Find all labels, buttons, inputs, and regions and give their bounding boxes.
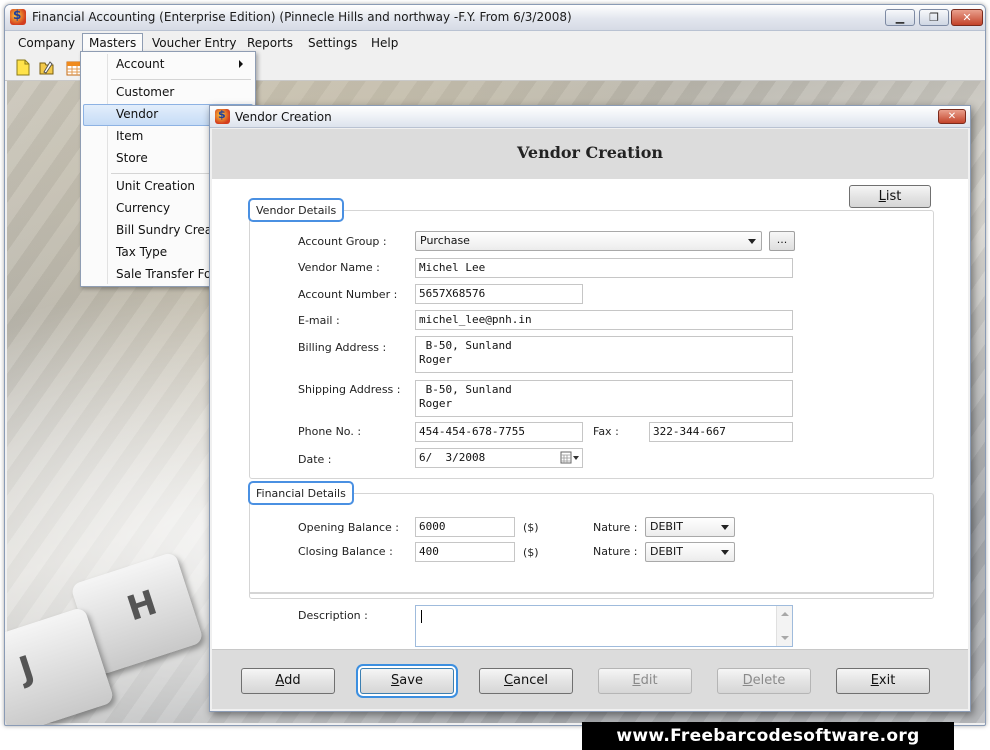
- app-logo-icon: [215, 108, 230, 124]
- delete-button-accel: D: [742, 673, 753, 688]
- dialog-body: List Vendor Details Account Group : Purc…: [212, 179, 968, 649]
- dialog-title: Vendor Creation: [235, 110, 332, 124]
- edit-button-accel: E: [632, 673, 641, 688]
- email-label: E-mail :: [298, 314, 340, 327]
- submenu-arrow-icon: [239, 60, 243, 68]
- text-cursor: [421, 610, 422, 623]
- description-label: Description :: [298, 609, 368, 622]
- restore-button[interactable]: ❐: [919, 9, 949, 26]
- save-button-label: ave: [399, 673, 423, 688]
- exit-button-accel: E: [870, 673, 879, 688]
- calendar-icon[interactable]: [560, 449, 580, 467]
- closing-balance-label: Closing Balance :: [298, 545, 393, 558]
- phone-field[interactable]: 454-454-678-7755: [415, 422, 583, 442]
- new-file-icon[interactable]: [14, 59, 32, 76]
- add-button[interactable]: Add: [241, 668, 335, 694]
- description-textarea[interactable]: [415, 605, 793, 647]
- account-group-select[interactable]: Purchase: [415, 231, 762, 251]
- cancel-button-label: ancel: [513, 673, 549, 688]
- opening-nature-select[interactable]: DEBIT: [645, 517, 735, 537]
- chevron-down-icon: [748, 239, 756, 244]
- dialog-heading: Vendor Creation: [516, 143, 664, 162]
- billing-address-label: Billing Address :: [298, 341, 387, 354]
- description-scrollbar[interactable]: [776, 606, 792, 646]
- menu-item-customer[interactable]: Customer: [83, 82, 253, 104]
- menu-separator: [111, 79, 251, 80]
- opening-nature-label: Nature :: [593, 521, 638, 534]
- app-logo-icon: [10, 8, 26, 25]
- open-file-icon[interactable]: [38, 59, 56, 76]
- close-button[interactable]: ✕: [951, 9, 983, 26]
- chevron-down-icon: [721, 525, 729, 530]
- vendor-name-field[interactable]: Michel Lee: [415, 258, 793, 278]
- date-value: 6/ 3/2008: [419, 451, 486, 464]
- exit-button-label: xit: [878, 673, 896, 688]
- vendor-details-title: Vendor Details: [248, 198, 345, 222]
- closing-nature-select[interactable]: DEBIT: [645, 542, 735, 562]
- account-group-value: Purchase: [420, 234, 470, 247]
- delete-button[interactable]: Delete: [717, 668, 811, 694]
- shipping-address-label: Shipping Address :: [298, 383, 401, 396]
- opening-balance-label: Opening Balance :: [298, 521, 399, 534]
- opening-balance-field[interactable]: 6000: [415, 517, 515, 537]
- dialog-title-bar: Vendor Creation ✕: [210, 106, 970, 128]
- edit-button[interactable]: Edit: [598, 668, 692, 694]
- chevron-down-icon: [721, 550, 729, 555]
- shipping-address-field[interactable]: B-50, Sunland Roger: [415, 380, 793, 417]
- add-button-accel: A: [275, 673, 285, 688]
- phone-label: Phone No. :: [298, 425, 362, 438]
- closing-nature-value: DEBIT: [650, 545, 683, 558]
- email-field[interactable]: michel_lee@pnh.in: [415, 310, 793, 330]
- save-button[interactable]: Save: [360, 668, 454, 694]
- menu-help[interactable]: Help: [365, 35, 404, 53]
- title-bar: Financial Accounting (Enterprise Edition…: [5, 5, 985, 31]
- dialog-header: Vendor Creation: [212, 129, 968, 179]
- account-group-label: Account Group :: [298, 235, 387, 248]
- menu-item-label: Account: [116, 57, 165, 71]
- closing-nature-label: Nature :: [593, 545, 638, 558]
- date-picker[interactable]: 6/ 3/2008: [415, 448, 583, 468]
- account-number-field[interactable]: 5657X68576: [415, 284, 583, 304]
- dialog-close-button[interactable]: ✕: [938, 109, 966, 124]
- account-group-browse-button[interactable]: ...: [769, 231, 795, 251]
- fax-label: Fax :: [593, 425, 619, 438]
- menu-item-account[interactable]: Account: [83, 54, 253, 76]
- website-watermark: www.Freebarcodesoftware.org: [582, 722, 954, 750]
- cancel-button-accel: C: [503, 673, 514, 688]
- scroll-down-icon[interactable]: [781, 636, 789, 640]
- exit-button[interactable]: Exit: [836, 668, 930, 694]
- date-label: Date :: [298, 453, 332, 466]
- opening-nature-value: DEBIT: [650, 520, 683, 533]
- window-title: Financial Accounting (Enterprise Edition…: [32, 10, 572, 24]
- opening-balance-unit: ($): [523, 521, 539, 534]
- add-button-label: dd: [284, 673, 301, 688]
- minimize-button[interactable]: ▁: [885, 9, 915, 26]
- scroll-up-icon[interactable]: [781, 612, 789, 616]
- dialog-button-bar: Add Save Cancel Edit Delete Exit: [212, 649, 968, 709]
- delete-button-label: elete: [752, 673, 786, 688]
- vendor-creation-dialog: Vendor Creation ✕ Vendor Creation List V…: [209, 105, 971, 712]
- list-button[interactable]: List: [849, 185, 931, 208]
- cancel-button[interactable]: Cancel: [479, 668, 573, 694]
- vendor-name-label: Vendor Name :: [298, 261, 380, 274]
- fax-field[interactable]: 322-344-667: [649, 422, 793, 442]
- menu-settings[interactable]: Settings: [302, 35, 363, 53]
- financial-details-title: Financial Details: [248, 481, 354, 505]
- account-number-label: Account Number :: [298, 288, 398, 301]
- list-button-accel: L: [878, 189, 886, 204]
- edit-button-label: dit: [640, 673, 658, 688]
- billing-address-field[interactable]: B-50, Sunland Roger: [415, 336, 793, 373]
- menu-company[interactable]: Company: [12, 35, 81, 53]
- closing-balance-unit: ($): [523, 546, 539, 559]
- closing-balance-field[interactable]: 400: [415, 542, 515, 562]
- list-button-label: ist: [885, 189, 902, 204]
